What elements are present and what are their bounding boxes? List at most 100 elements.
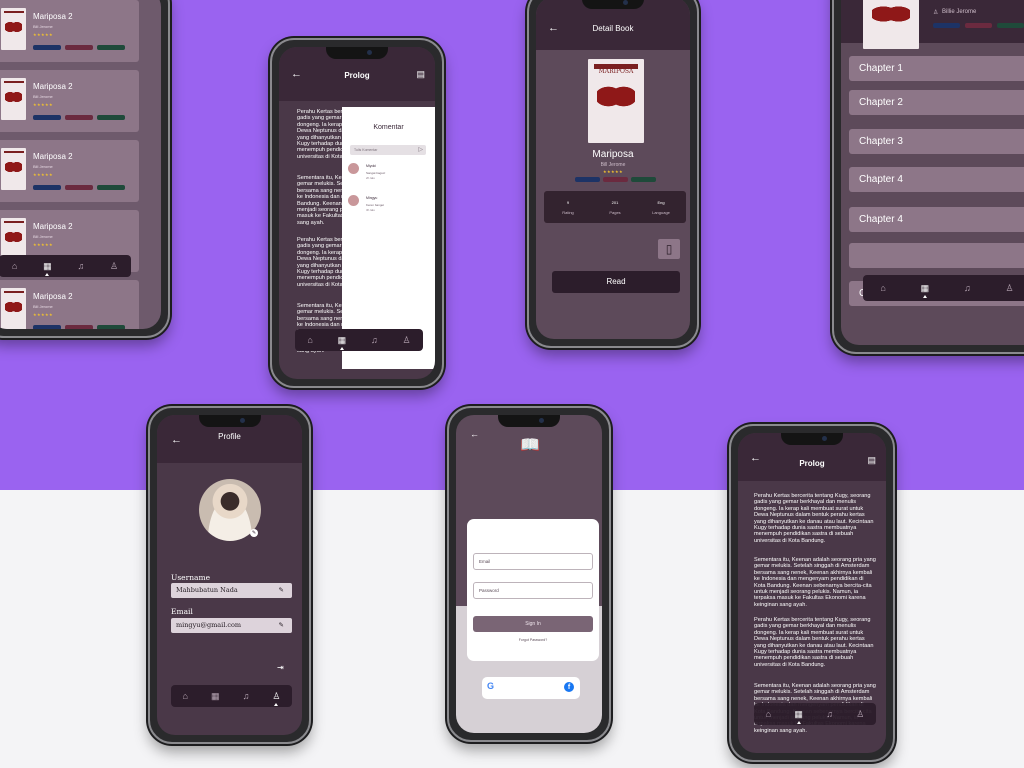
chapter-item[interactable]: Chapter 312/: [849, 129, 1024, 154]
book-card[interactable]: Mariposa 2 Bill Jerome ★★★★★: [0, 280, 139, 329]
book-cover: [1, 78, 26, 120]
comment-icon[interactable]: ▤: [867, 455, 876, 466]
tag-1: [933, 23, 960, 28]
book-author: Bill Jerome: [33, 234, 53, 239]
back-arrow-icon[interactable]: ←: [291, 69, 302, 80]
user-icon[interactable]: ♙: [272, 691, 280, 701]
book-title: Mariposa 2: [33, 82, 73, 91]
prolog-reader-screen: Prolog ← ▤ Perahu Kertas bercerita tenta…: [738, 433, 886, 753]
tag-2: [65, 325, 93, 329]
home-icon[interactable]: ⌂: [12, 261, 17, 271]
library-icon[interactable]: ▦: [921, 283, 930, 293]
prolog-comments-screen: Prolog ← ▤ Perahu Kertas bercerita tenta…: [279, 47, 435, 379]
password-input[interactable]: Password: [473, 582, 593, 599]
user-icon[interactable]: ♙: [110, 261, 118, 271]
back-arrow-icon[interactable]: ←: [750, 453, 761, 464]
tag-1: [575, 177, 600, 182]
comment-text: Keren banget: [366, 203, 385, 207]
rating-stars: ★★★★★: [33, 102, 53, 107]
home-icon[interactable]: ⌂: [880, 283, 885, 293]
book-card[interactable]: Mariposa 2 Bill Jerome ★★★★★: [0, 70, 139, 132]
send-icon[interactable]: ▷: [418, 146, 423, 153]
phone-login: ← 📖 Email Password Sign In Forgot Passwo…: [447, 406, 611, 742]
home-icon[interactable]: ⌂: [766, 709, 771, 719]
back-arrow-icon[interactable]: ←: [470, 429, 479, 440]
forgot-password-link[interactable]: Forgot Password?: [467, 638, 599, 642]
bell-icon[interactable]: ♫: [243, 691, 250, 701]
library-icon[interactable]: ▦: [211, 691, 220, 701]
bell-icon[interactable]: ♫: [371, 335, 378, 345]
library-icon[interactable]: ▦: [794, 709, 803, 719]
facebook-icon[interactable]: f: [564, 682, 574, 692]
edit-icon[interactable]: ✎: [250, 529, 258, 537]
bottom-nav: ⌂ ▦ ♫ ♙: [0, 255, 131, 277]
user-icon[interactable]: ♙: [1005, 283, 1013, 293]
email-field[interactable]: mingyu@gmail.com ✎: [171, 618, 292, 633]
google-icon[interactable]: G: [487, 681, 494, 691]
chapter-title: Chapter 4: [859, 214, 903, 225]
edit-icon[interactable]: ✎: [279, 583, 284, 597]
cover-title: MARIPOSA: [598, 68, 634, 75]
chapter-item[interactable]: Chapter 112/: [849, 56, 1024, 81]
tag-3: [97, 115, 125, 120]
tag-1: [33, 325, 61, 329]
chapter-item[interactable]: Chapter 212/: [849, 90, 1024, 115]
user-icon[interactable]: ♙: [402, 335, 410, 345]
rating-stars: ★★★★★: [33, 172, 53, 177]
user-icon[interactable]: ♙: [856, 709, 864, 719]
book-card[interactable]: Mariposa 2 Bill Jerome ★★★★★: [0, 0, 139, 62]
book-cover: [1, 8, 26, 50]
book-cover: [1, 148, 26, 190]
logout-icon[interactable]: ⇥: [277, 663, 284, 672]
book-card[interactable]: Mariposa 2 Bill Jerome ★★★★★: [0, 140, 139, 202]
bottom-nav: ⌂ ▦ ♫ ♙: [295, 329, 423, 351]
tag-2: [603, 177, 628, 182]
chapter-title: Chapter 4: [859, 174, 903, 185]
chapter-item[interactable]: Chapter 412/: [849, 207, 1024, 232]
chapter-item[interactable]: 12/: [849, 243, 1024, 268]
page-title: Detail Book: [592, 24, 634, 33]
tag-1: [33, 185, 61, 190]
chapter-title: Chapter 3: [859, 136, 903, 147]
email-input[interactable]: Email: [473, 553, 593, 570]
bell-icon[interactable]: ♫: [964, 283, 971, 293]
chapters-author: Billie Jerome: [942, 9, 977, 15]
avatar[interactable]: ✎: [199, 479, 261, 541]
bell-icon[interactable]: ♫: [77, 261, 84, 271]
back-arrow-icon[interactable]: ←: [548, 23, 559, 34]
library-icon[interactable]: ▦: [43, 261, 52, 271]
comment-input[interactable]: Tulis Komentar ▷: [350, 145, 426, 155]
home-icon[interactable]: ⌂: [307, 335, 312, 345]
stat-rating: 9 Rating: [562, 200, 574, 215]
sign-in-button[interactable]: Sign In: [473, 616, 593, 632]
library-icon[interactable]: ▦: [338, 335, 347, 345]
login-card: Email Password Sign In Forgot Password?: [467, 519, 599, 661]
tag-3: [631, 177, 656, 182]
comment-user: Mingyu: [366, 196, 378, 200]
chapter-item[interactable]: Chapter 412/: [849, 167, 1024, 192]
chapter-title: Chapter 1: [859, 63, 903, 74]
bookmark-icon: ▯: [665, 242, 673, 256]
author-icon: ♙: [933, 10, 939, 16]
rating-stars: ★★★★★: [603, 169, 623, 174]
read-button[interactable]: Read: [552, 271, 680, 293]
username-field[interactable]: Mahbubatun Nada ✎: [171, 583, 292, 598]
page-title: Profile: [218, 432, 241, 441]
phone-book-list: Mariposa 2 Bill Jerome ★★★★★ Mariposa 2 …: [0, 0, 170, 338]
bookmark-button[interactable]: ▯: [658, 239, 680, 259]
tag-1: [33, 115, 61, 120]
profile-screen: Profile ← ✎ Username Mahbubatun Nada ✎ Em…: [157, 415, 302, 735]
prolog-text-1: Perahu Kertas bercerita tentang Kugy, se…: [754, 493, 874, 544]
bell-icon[interactable]: ♫: [826, 709, 833, 719]
tag-2: [65, 45, 93, 50]
avatar: [348, 195, 359, 206]
comment-user: Miyoki: [366, 164, 376, 168]
username-label: Username: [171, 573, 211, 582]
edit-icon[interactable]: ✎: [279, 618, 284, 632]
prolog-text-3: Perahu Kertas bercerita tentang Kugy, se…: [754, 617, 874, 668]
book-title: Mariposa 2: [33, 222, 73, 231]
home-icon[interactable]: ⌂: [183, 691, 188, 701]
tag-3: [97, 45, 125, 50]
comment-icon[interactable]: ▤: [416, 69, 425, 80]
back-arrow-icon[interactable]: ←: [171, 435, 182, 446]
